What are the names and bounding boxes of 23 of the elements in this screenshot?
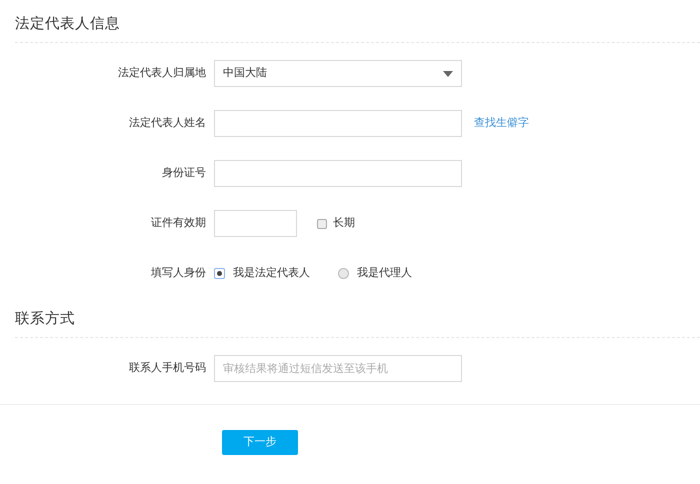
field-label: 法定代表人姓名 [128, 115, 207, 132]
field-label: 证件有效期 [150, 215, 207, 232]
field-label: 法定代表人归属地 [117, 65, 207, 82]
field-label: 填写人身份 [150, 265, 207, 282]
link[interactable]: 查找生僻字 [474, 115, 529, 132]
selected-value: 中国大陆 [223, 65, 267, 82]
caret-icon [443, 70, 453, 76]
radio-button[interactable] [338, 268, 349, 279]
field-label: 身份证号 [161, 165, 207, 182]
section-title: 法定代表人信息 [14, 14, 121, 34]
dropdown[interactable]: 中国大陆 [214, 60, 462, 87]
radio-button[interactable] [214, 268, 225, 279]
section-title: 联系方式 [14, 310, 76, 329]
radio-label: 我是代理人 [357, 265, 412, 282]
radio-label: 我是法定代表人 [233, 265, 310, 282]
field-label: 联系人手机号码 [128, 360, 207, 376]
checkbox-label: 长期 [333, 215, 355, 232]
next-button[interactable]: 下一步 [222, 430, 298, 455]
input-field[interactable]: 审核结果将通过短信发送至该手机 [214, 355, 462, 382]
checkbox[interactable] [317, 218, 327, 228]
input-field[interactable] [214, 110, 462, 137]
input-field[interactable] [214, 210, 297, 237]
input-field[interactable] [214, 160, 462, 187]
